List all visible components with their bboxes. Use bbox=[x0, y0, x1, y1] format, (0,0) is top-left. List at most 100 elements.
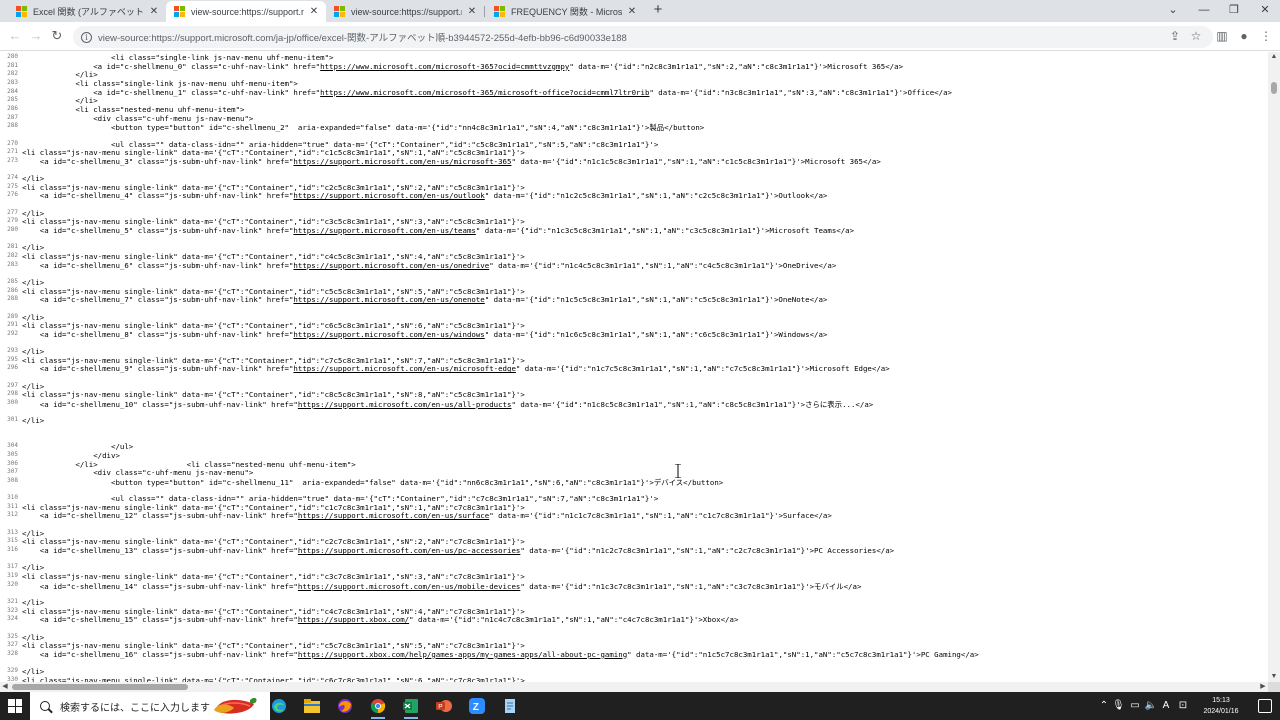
edge-app-icon[interactable] bbox=[268, 696, 290, 716]
code-link[interactable]: https://support.microsoft.com/en-us/surf… bbox=[298, 511, 489, 520]
code-line: 319 <li class="js-nav-menu single-link" d… bbox=[0, 572, 525, 581]
code-line: 286 <li class="nested-menu uhf-menu-item… bbox=[0, 105, 244, 114]
code-segment: " data-m='{"id":"n1c1c7c8c3m1r1a1","sN":… bbox=[489, 511, 832, 521]
code-link[interactable]: https://support.microsoft.com/en-us/wind… bbox=[293, 330, 484, 339]
code-link[interactable]: https://support.microsoft.com/en-us/mobi… bbox=[298, 582, 520, 591]
line-number: 285 bbox=[7, 96, 18, 104]
code-text: <li class="js-nav-menu single-link" data… bbox=[22, 537, 525, 546]
vertical-scrollbar[interactable]: ▲ ▼ bbox=[1268, 52, 1280, 682]
ime-mode-indicator[interactable]: A bbox=[1160, 698, 1172, 714]
excel-app-icon[interactable] bbox=[400, 696, 422, 719]
reload-icon[interactable]: ↻ bbox=[49, 28, 65, 44]
close-icon[interactable]: ✕ bbox=[308, 6, 320, 18]
close-icon[interactable]: ✕ bbox=[466, 6, 478, 18]
code-link[interactable]: https://support.microsoft.com/en-us/team… bbox=[293, 226, 475, 235]
vertical-scroll-thumb[interactable] bbox=[1271, 82, 1277, 94]
tab-view-source-1[interactable]: view-source:https://support.micr ✕ bbox=[166, 1, 326, 22]
scroll-down-arrow-icon[interactable]: ▼ bbox=[1268, 672, 1280, 682]
code-link[interactable]: https://support.microsoft.com/en-us/micr… bbox=[293, 364, 515, 373]
ime-options-icon[interactable]: ⊡ bbox=[1176, 698, 1190, 714]
tab-frequency-function[interactable]: FREQUENCY 関数 - Microsoft サポ ✕ bbox=[486, 1, 644, 22]
tray-overflow-chevron-icon[interactable]: ⌃ bbox=[1098, 698, 1110, 714]
code-line: 321 </li> bbox=[0, 598, 44, 607]
svg-text:P: P bbox=[438, 704, 442, 711]
code-link[interactable]: https://support.xbox.com/ bbox=[298, 615, 409, 624]
code-segment: <button type="button" id="c-shellmenu_2"… bbox=[22, 123, 705, 133]
code-text: <a id="c-shellmenu_7" class="js-subm-uhf… bbox=[22, 295, 828, 304]
speaker-icon[interactable]: 🔈 bbox=[1144, 698, 1158, 714]
scroll-right-arrow-icon[interactable]: ▶ bbox=[1258, 682, 1268, 692]
back-arrow-icon[interactable]: ← bbox=[7, 28, 23, 44]
address-bar[interactable]: i view-source:https://support.microsoft.… bbox=[73, 26, 1213, 48]
line-number: 324 bbox=[7, 615, 18, 623]
tab-separator bbox=[484, 6, 485, 17]
tab-search-chevron-icon[interactable]: ⌄ bbox=[1163, 3, 1183, 17]
code-link[interactable]: https://www.microsoft.com/microsoft-365/… bbox=[320, 88, 649, 97]
notepad-app-icon[interactable] bbox=[499, 696, 521, 716]
scroll-left-arrow-icon[interactable]: ◀ bbox=[0, 682, 10, 692]
firefox-app-icon[interactable] bbox=[334, 696, 356, 716]
file-explorer-app-icon[interactable] bbox=[301, 696, 323, 716]
horizontal-scroll-thumb[interactable] bbox=[12, 684, 188, 690]
code-link[interactable]: https://support.xbox.com/help/games-apps… bbox=[298, 650, 627, 659]
profile-avatar-icon[interactable]: ● bbox=[1236, 28, 1252, 44]
code-segment: " data-m='{"id":"n1c1c5c8c3m1r1a1","sN":… bbox=[511, 156, 881, 166]
chrome-app-icon[interactable] bbox=[367, 696, 389, 719]
line-number bbox=[0, 425, 22, 434]
line-number: 298 bbox=[7, 390, 18, 398]
bookmark-star-icon[interactable]: ☆ bbox=[1188, 28, 1204, 44]
taskbar-clock[interactable]: 15:13 2024/01/16 bbox=[1196, 695, 1246, 717]
side-panel-icon[interactable]: ▥ bbox=[1214, 28, 1230, 44]
tab-title: Excel 関数 (アルファベット順) - Micr bbox=[33, 7, 144, 17]
menu-kebab-icon[interactable]: ⋮ bbox=[1258, 28, 1274, 44]
code-link[interactable]: https://support.microsoft.com/en-us/outl… bbox=[293, 191, 484, 200]
scroll-up-arrow-icon[interactable]: ▲ bbox=[1268, 52, 1280, 62]
code-link[interactable]: https://support.microsoft.com/en-us/pc-a… bbox=[298, 546, 520, 555]
network-icon[interactable]: ▭ bbox=[1128, 698, 1142, 714]
line-number bbox=[0, 131, 22, 140]
line-number: 323 bbox=[7, 606, 18, 614]
close-icon[interactable]: ✕ bbox=[626, 6, 638, 18]
horizontal-scrollbar[interactable]: ◀ ▶ bbox=[0, 682, 1268, 692]
code-link[interactable]: https://support.microsoft.com/en-us/micr… bbox=[293, 157, 511, 166]
code-segment: " data-m='{"id":"n3c8c3m1r1a1","sN":3,"a… bbox=[649, 87, 952, 97]
line-number: 313 bbox=[7, 528, 18, 536]
new-tab-icon[interactable]: + bbox=[651, 2, 665, 17]
code-segment: <li class="js-nav-menu single-link" data… bbox=[22, 537, 525, 547]
site-info-icon[interactable]: i bbox=[81, 31, 92, 43]
minimize-icon[interactable]: — bbox=[1194, 3, 1214, 17]
restore-icon[interactable]: ❐ bbox=[1224, 3, 1244, 17]
close-icon[interactable]: ✕ bbox=[148, 6, 160, 18]
window-close-icon[interactable]: ✕ bbox=[1255, 3, 1275, 17]
source-code-view[interactable]: 280 <li class="single-link js-nav-menu u… bbox=[0, 52, 1268, 682]
code-segment: </ul> bbox=[22, 442, 134, 452]
notification-center-icon[interactable] bbox=[1258, 699, 1272, 713]
code-line bbox=[0, 131, 22, 140]
code-link[interactable]: https://support.microsoft.com/en-us/onen… bbox=[293, 295, 484, 304]
forward-arrow-icon[interactable]: → bbox=[28, 28, 44, 44]
code-segment: <ul class="" data-class-idn="" aria-hidd… bbox=[22, 139, 659, 149]
share-icon[interactable]: ⇪ bbox=[1167, 28, 1183, 44]
code-text: <a id="c-shellmenu_14" class="js-subm-uh… bbox=[22, 581, 862, 591]
line-number: 281 bbox=[7, 61, 18, 69]
tab-view-source-2[interactable]: view-source:https://support.micr ✕ bbox=[326, 1, 484, 22]
microphone-icon[interactable]: 🎙 bbox=[1112, 698, 1125, 714]
line-number: 284 bbox=[7, 87, 18, 95]
code-segment: </li> bbox=[22, 96, 98, 106]
code-segment: <ul class="" data-class-idn="" aria-hidd… bbox=[22, 494, 659, 504]
line-number: 292 bbox=[7, 329, 18, 337]
zoom-app-icon[interactable]: Z bbox=[466, 696, 488, 716]
powerpoint-app-icon[interactable]: P bbox=[433, 696, 455, 716]
code-segment: <a id="c-shellmenu_5" class="js-subm-uhf… bbox=[22, 226, 294, 235]
code-line: 285 </li> bbox=[0, 96, 98, 105]
line-number bbox=[0, 235, 22, 244]
tab-excel-functions[interactable]: Excel 関数 (アルファベット順) - Micr ✕ bbox=[8, 1, 166, 22]
line-number: 295 bbox=[7, 355, 18, 363]
code-text: </li> bbox=[22, 563, 44, 572]
code-link[interactable]: https://www.microsoft.com/microsoft-365?… bbox=[320, 62, 569, 71]
line-number: 312 bbox=[7, 511, 18, 519]
windows-start-icon[interactable] bbox=[8, 699, 22, 713]
code-link[interactable]: https://support.microsoft.com/en-us/all-… bbox=[298, 400, 512, 409]
line-number bbox=[0, 200, 22, 209]
code-link[interactable]: https://support.microsoft.com/en-us/oned… bbox=[293, 261, 489, 270]
